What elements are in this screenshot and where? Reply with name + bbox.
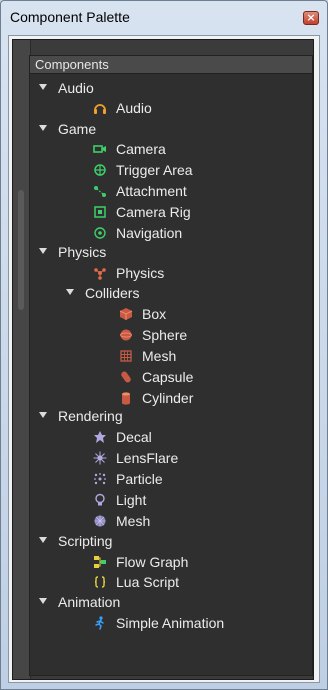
tree-item-simple-animation[interactable]: Simple Animation bbox=[93, 613, 224, 633]
tree-item-attachment[interactable]: Attachment bbox=[93, 181, 187, 201]
tree-group-scripting[interactable]: Scripting bbox=[39, 531, 112, 551]
item-label: Camera Rig bbox=[116, 204, 191, 220]
physics-icon bbox=[93, 266, 107, 281]
mesh-collider-icon bbox=[119, 349, 133, 363]
window-title: Component Palette bbox=[10, 9, 130, 25]
item-label: Decal bbox=[116, 429, 152, 445]
group-label: Rendering bbox=[58, 408, 123, 424]
tree-item-flow-graph[interactable]: Flow Graph bbox=[93, 552, 188, 572]
flow-graph-icon bbox=[93, 555, 107, 569]
item-label: Particle bbox=[116, 471, 163, 487]
tree-item-sphere[interactable]: Sphere bbox=[119, 325, 187, 345]
tree-item-camera[interactable]: Camera bbox=[93, 139, 166, 159]
item-label: Flow Graph bbox=[116, 554, 189, 570]
tree-group-physics[interactable]: Physics bbox=[39, 242, 106, 262]
tree-header: Components bbox=[30, 56, 312, 74]
camera-icon bbox=[93, 142, 107, 156]
mesh-render-icon bbox=[93, 514, 107, 528]
group-label: Colliders bbox=[85, 285, 140, 301]
tree-item-light[interactable]: Light bbox=[93, 490, 146, 510]
expand-arrow-icon[interactable] bbox=[39, 537, 47, 544]
sphere-icon bbox=[119, 328, 133, 342]
title-bar[interactable]: Component Palette × bbox=[1, 1, 327, 35]
particle-icon bbox=[93, 472, 107, 486]
expand-arrow-icon[interactable] bbox=[39, 248, 47, 255]
tree-group-game[interactable]: Game bbox=[39, 119, 96, 139]
item-label: Attachment bbox=[116, 183, 187, 199]
gutter-knob[interactable] bbox=[18, 190, 24, 310]
item-label: Mesh bbox=[116, 513, 151, 529]
group-label: Physics bbox=[58, 244, 107, 260]
expand-arrow-icon[interactable] bbox=[39, 125, 47, 132]
camera-rig-icon bbox=[93, 205, 107, 219]
item-label: Audio bbox=[116, 100, 152, 116]
cylinder-icon bbox=[119, 391, 133, 405]
light-bulb-icon bbox=[93, 493, 107, 507]
close-button[interactable]: × bbox=[303, 11, 319, 25]
item-label: Capsule bbox=[142, 369, 194, 385]
tree-item-lensflare[interactable]: LensFlare bbox=[93, 448, 178, 468]
expand-arrow-icon[interactable] bbox=[66, 289, 74, 296]
tree-item-mesh-collider[interactable]: Mesh bbox=[119, 346, 176, 366]
item-label: Box bbox=[142, 306, 167, 322]
tree-group-colliders[interactable]: Colliders bbox=[66, 283, 139, 303]
tree-group-rendering[interactable]: Rendering bbox=[39, 406, 123, 426]
item-label: Cylinder bbox=[142, 390, 194, 406]
trigger-area-icon bbox=[93, 163, 107, 177]
tree-item-capsule[interactable]: Capsule bbox=[119, 367, 193, 387]
capsule-icon bbox=[119, 370, 133, 384]
group-label: Animation bbox=[58, 594, 121, 610]
expand-arrow-icon[interactable] bbox=[39, 412, 47, 419]
tree-item-box[interactable]: Box bbox=[119, 304, 166, 324]
tree-group-audio[interactable]: Audio bbox=[39, 78, 94, 98]
item-label: Light bbox=[116, 492, 147, 508]
attachment-icon bbox=[93, 184, 107, 198]
lensflare-icon bbox=[93, 451, 107, 465]
item-label: Physics bbox=[116, 265, 165, 281]
item-label: Mesh bbox=[142, 348, 177, 364]
lua-script-icon bbox=[93, 575, 107, 589]
navigation-icon bbox=[93, 226, 107, 240]
item-label: Sphere bbox=[142, 327, 188, 343]
item-label: Camera bbox=[116, 141, 166, 157]
headphones-icon bbox=[93, 101, 107, 115]
item-label: Simple Animation bbox=[116, 615, 225, 631]
tree-item-audio[interactable]: Audio bbox=[93, 98, 152, 118]
tree-group-animation[interactable]: Animation bbox=[39, 592, 120, 612]
tree-item-navigation[interactable]: Navigation bbox=[93, 223, 182, 243]
group-label: Game bbox=[58, 121, 97, 137]
running-figure-icon bbox=[93, 616, 107, 631]
decal-icon bbox=[93, 430, 107, 444]
tree-item-mesh-render[interactable]: Mesh bbox=[93, 511, 150, 531]
item-label: Navigation bbox=[116, 225, 183, 241]
tree-item-particle[interactable]: Particle bbox=[93, 469, 163, 489]
expand-arrow-icon[interactable] bbox=[39, 84, 47, 91]
tree-item-cylinder[interactable]: Cylinder bbox=[119, 388, 193, 408]
tree-item-camera-rig[interactable]: Camera Rig bbox=[93, 202, 191, 222]
group-label: Scripting bbox=[58, 533, 113, 549]
tree-item-trigger-area[interactable]: Trigger Area bbox=[93, 160, 193, 180]
box-icon bbox=[119, 307, 133, 321]
tree-item-lua-script[interactable]: Lua Script bbox=[93, 572, 179, 592]
tree-item-decal[interactable]: Decal bbox=[93, 427, 152, 447]
expand-arrow-icon[interactable] bbox=[39, 598, 47, 605]
item-label: Trigger Area bbox=[116, 162, 193, 178]
item-label: Lua Script bbox=[116, 574, 180, 590]
item-label: LensFlare bbox=[116, 450, 179, 466]
tree-item-physics[interactable]: Physics bbox=[93, 263, 164, 283]
group-label: Audio bbox=[58, 80, 94, 96]
